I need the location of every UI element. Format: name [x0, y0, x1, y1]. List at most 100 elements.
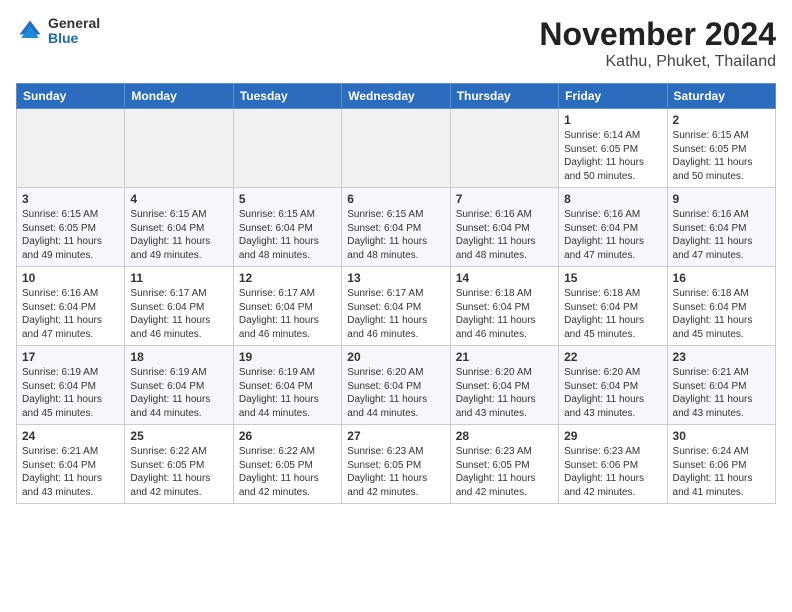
day-number: 7: [456, 192, 553, 206]
calendar-day: 24Sunrise: 6:21 AMSunset: 6:04 PMDayligh…: [17, 425, 125, 504]
calendar-day: [233, 109, 341, 188]
calendar-day: 19 Sunrise: 6:19 AMSunset: 6:04 PMDayligh…: [233, 346, 341, 425]
calendar-day: 30 Sunrise: 6:24 AMSunset: 6:06 PMDayligh…: [667, 425, 775, 504]
day-info: Sunrise: 6:17 AMSunset: 6:04 PMDaylight:…: [347, 288, 427, 340]
calendar-day: 2 Sunrise: 6:15 AMSunset: 6:05 PMDaylight…: [667, 109, 775, 188]
calendar-day: 14 Sunrise: 6:18 AMSunset: 6:04 PMDayligh…: [450, 267, 558, 346]
day-number: 30: [673, 429, 770, 443]
logo-blue: Blue: [48, 31, 100, 46]
calendar-day: 12Sunrise: 6:17 AMSunset: 6:04 PMDayligh…: [233, 267, 341, 346]
calendar-day: 28Sunrise: 6:23 AMSunset: 6:05 PMDayligh…: [450, 425, 558, 504]
day-number: 15: [564, 271, 661, 285]
day-number: 16: [673, 271, 770, 285]
day-info: Sunrise: 6:15 AMSunset: 6:05 PMDaylight:…: [673, 130, 753, 182]
weekday-header-thursday: Thursday: [450, 84, 558, 109]
day-number: 4: [130, 192, 227, 206]
day-number: 18: [130, 350, 227, 364]
day-info: Sunrise: 6:19 AMSunset: 6:04 PMDaylight:…: [130, 367, 210, 419]
logo-text: General Blue: [48, 16, 100, 47]
day-number: 19: [239, 350, 336, 364]
calendar-day: 16 Sunrise: 6:18 AMSunset: 6:04 PMDayligh…: [667, 267, 775, 346]
calendar-day: 13 Sunrise: 6:17 AMSunset: 6:04 PMDayligh…: [342, 267, 450, 346]
day-number: 2: [673, 113, 770, 127]
calendar-body: 1Sunrise: 6:14 AMSunset: 6:05 PMDaylight…: [17, 109, 776, 504]
page-header: General Blue November 2024 Kathu, Phuket…: [16, 16, 776, 71]
logo-icon: [16, 17, 44, 45]
calendar-day: 9 Sunrise: 6:16 AMSunset: 6:04 PMDaylight…: [667, 188, 775, 267]
day-number: 3: [22, 192, 119, 206]
day-number: 1: [564, 113, 661, 127]
calendar-day: 3 Sunrise: 6:15 AMSunset: 6:05 PMDaylight…: [17, 188, 125, 267]
day-info: Sunrise: 6:22 AMSunset: 6:05 PMDaylight:…: [130, 446, 210, 498]
day-number: 29: [564, 429, 661, 443]
logo: General Blue: [16, 16, 100, 47]
calendar-day: 5Sunrise: 6:15 AMSunset: 6:04 PMDaylight…: [233, 188, 341, 267]
calendar-day: 1Sunrise: 6:14 AMSunset: 6:05 PMDaylight…: [559, 109, 667, 188]
calendar-day: 29 Sunrise: 6:23 AMSunset: 6:06 PMDayligh…: [559, 425, 667, 504]
logo-general: General: [48, 16, 100, 31]
day-number: 9: [673, 192, 770, 206]
title-block: November 2024 Kathu, Phuket, Thailand: [539, 16, 776, 71]
day-info: Sunrise: 6:18 AMSunset: 6:04 PMDaylight:…: [673, 288, 753, 340]
day-number: 27: [347, 429, 444, 443]
calendar-day: [342, 109, 450, 188]
day-number: 13: [347, 271, 444, 285]
day-info: Sunrise: 6:16 AMSunset: 6:04 PMDaylight:…: [673, 209, 753, 261]
weekday-header-saturday: Saturday: [667, 84, 775, 109]
calendar-day: 10Sunrise: 6:16 AMSunset: 6:04 PMDayligh…: [17, 267, 125, 346]
day-info: Sunrise: 6:20 AMSunset: 6:04 PMDaylight:…: [564, 367, 644, 419]
day-info: Sunrise: 6:16 AMSunset: 6:04 PMDaylight:…: [564, 209, 644, 261]
calendar-day: 7Sunrise: 6:16 AMSunset: 6:04 PMDaylight…: [450, 188, 558, 267]
calendar-week-5: 24Sunrise: 6:21 AMSunset: 6:04 PMDayligh…: [17, 425, 776, 504]
calendar-subtitle: Kathu, Phuket, Thailand: [539, 53, 776, 71]
calendar-day: 17 Sunrise: 6:19 AMSunset: 6:04 PMDayligh…: [17, 346, 125, 425]
day-number: 22: [564, 350, 661, 364]
calendar-day: 4 Sunrise: 6:15 AMSunset: 6:04 PMDaylight…: [125, 188, 233, 267]
weekday-row: SundayMondayTuesdayWednesdayThursdayFrid…: [17, 84, 776, 109]
day-info: Sunrise: 6:18 AMSunset: 6:04 PMDaylight:…: [456, 288, 536, 340]
calendar-week-1: 1Sunrise: 6:14 AMSunset: 6:05 PMDaylight…: [17, 109, 776, 188]
day-info: Sunrise: 6:17 AMSunset: 6:04 PMDaylight:…: [130, 288, 210, 340]
day-number: 14: [456, 271, 553, 285]
day-info: Sunrise: 6:15 AMSunset: 6:04 PMDaylight:…: [347, 209, 427, 261]
day-info: Sunrise: 6:15 AMSunset: 6:04 PMDaylight:…: [239, 209, 319, 261]
day-info: Sunrise: 6:15 AMSunset: 6:05 PMDaylight:…: [22, 209, 102, 261]
calendar-day: 21Sunrise: 6:20 AMSunset: 6:04 PMDayligh…: [450, 346, 558, 425]
day-number: 20: [347, 350, 444, 364]
day-info: Sunrise: 6:19 AMSunset: 6:04 PMDaylight:…: [22, 367, 102, 419]
day-number: 28: [456, 429, 553, 443]
day-info: Sunrise: 6:15 AMSunset: 6:04 PMDaylight:…: [130, 209, 210, 261]
day-number: 8: [564, 192, 661, 206]
calendar-day: 23 Sunrise: 6:21 AMSunset: 6:04 PMDayligh…: [667, 346, 775, 425]
calendar-title: November 2024: [539, 16, 776, 53]
calendar-day: 26 Sunrise: 6:22 AMSunset: 6:05 PMDayligh…: [233, 425, 341, 504]
day-number: 26: [239, 429, 336, 443]
calendar-day: 25 Sunrise: 6:22 AMSunset: 6:05 PMDayligh…: [125, 425, 233, 504]
weekday-header-friday: Friday: [559, 84, 667, 109]
day-info: Sunrise: 6:21 AMSunset: 6:04 PMDaylight:…: [673, 367, 753, 419]
calendar-week-4: 17 Sunrise: 6:19 AMSunset: 6:04 PMDayligh…: [17, 346, 776, 425]
day-info: Sunrise: 6:20 AMSunset: 6:04 PMDaylight:…: [347, 367, 427, 419]
calendar-day: [125, 109, 233, 188]
day-number: 25: [130, 429, 227, 443]
calendar-day: 20 Sunrise: 6:20 AMSunset: 6:04 PMDayligh…: [342, 346, 450, 425]
day-info: Sunrise: 6:16 AMSunset: 6:04 PMDaylight:…: [22, 288, 102, 340]
calendar-header: SundayMondayTuesdayWednesdayThursdayFrid…: [17, 84, 776, 109]
day-number: 12: [239, 271, 336, 285]
weekday-header-tuesday: Tuesday: [233, 84, 341, 109]
calendar-week-2: 3 Sunrise: 6:15 AMSunset: 6:05 PMDaylight…: [17, 188, 776, 267]
weekday-header-wednesday: Wednesday: [342, 84, 450, 109]
calendar-day: 11 Sunrise: 6:17 AMSunset: 6:04 PMDayligh…: [125, 267, 233, 346]
day-info: Sunrise: 6:19 AMSunset: 6:04 PMDaylight:…: [239, 367, 319, 419]
day-number: 11: [130, 271, 227, 285]
calendar-day: 18 Sunrise: 6:19 AMSunset: 6:04 PMDayligh…: [125, 346, 233, 425]
day-info: Sunrise: 6:21 AMSunset: 6:04 PMDaylight:…: [22, 446, 102, 498]
day-number: 23: [673, 350, 770, 364]
day-info: Sunrise: 6:23 AMSunset: 6:06 PMDaylight:…: [564, 446, 644, 498]
weekday-header-sunday: Sunday: [17, 84, 125, 109]
day-info: Sunrise: 6:24 AMSunset: 6:06 PMDaylight:…: [673, 446, 753, 498]
day-info: Sunrise: 6:22 AMSunset: 6:05 PMDaylight:…: [239, 446, 319, 498]
day-number: 6: [347, 192, 444, 206]
calendar-day: [450, 109, 558, 188]
day-number: 17: [22, 350, 119, 364]
